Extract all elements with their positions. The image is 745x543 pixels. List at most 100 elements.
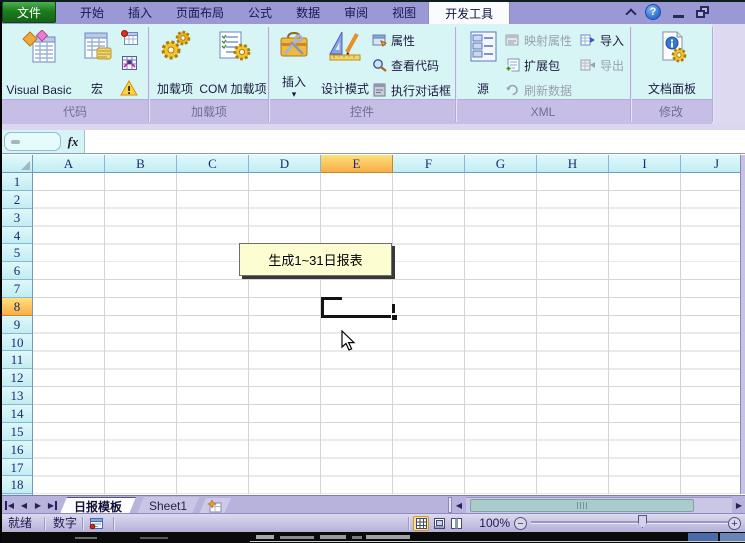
magnifier-icon (373, 59, 387, 72)
column-header-a[interactable]: A (33, 155, 105, 173)
zoom-in-button[interactable]: + (728, 517, 741, 530)
row-header-1[interactable]: 1 (2, 173, 32, 191)
map-properties-icon (505, 34, 519, 46)
group-separator (268, 27, 269, 122)
row-header-3[interactable]: 3 (2, 208, 32, 227)
column-header-h[interactable]: H (537, 155, 609, 173)
last-sheet-button[interactable]: ▶ (45, 497, 59, 513)
minimize-button[interactable] (670, 0, 686, 24)
column-header-f[interactable]: F (393, 155, 465, 173)
row-header-5[interactable]: 5 (2, 244, 32, 263)
export-button[interactable]: 导出 (580, 56, 624, 74)
zoom-slider-track[interactable] (531, 521, 728, 523)
macros-label: 宏 (90, 82, 103, 96)
page-break-view-button[interactable] (448, 516, 464, 531)
tab-formulas-label: 公式 (248, 5, 273, 20)
properties-button[interactable]: 属性 (372, 31, 415, 49)
use-relative-references-button[interactable] (120, 54, 138, 72)
fill-handle[interactable] (391, 314, 397, 320)
sheet-tab-sheet1[interactable]: Sheet1 (137, 497, 199, 514)
document-panel-button[interactable]: 文档面板 (636, 27, 708, 97)
design-mode-button[interactable]: 设计模式 (317, 27, 373, 97)
tab-developer[interactable]: 开发工具 (428, 1, 511, 24)
worksheet-cells[interactable] (33, 173, 745, 494)
xml-source-button[interactable]: 源 (462, 27, 504, 97)
macros-button[interactable]: 宏 (77, 27, 117, 97)
row-header-2[interactable]: 2 (2, 190, 32, 209)
group-separator (712, 27, 713, 122)
zoom-level-label[interactable]: 100% (466, 514, 510, 533)
row-header-7[interactable]: 7 (2, 280, 32, 298)
com-addins-button[interactable]: COM 加载项 (199, 27, 267, 97)
tab-page-layout[interactable]: 页面布局 (164, 0, 236, 24)
column-header-e-selected[interactable]: E (321, 155, 393, 173)
select-all-corner[interactable] (2, 155, 33, 173)
column-header-b[interactable]: B (105, 155, 177, 173)
record-macro-button[interactable] (120, 29, 138, 47)
xml-source-label: 源 (476, 82, 489, 96)
zoom-out-button[interactable]: − (514, 517, 527, 530)
restore-icon (696, 5, 710, 19)
insert-function-button[interactable]: fx (64, 132, 82, 151)
column-header-j[interactable]: J (681, 155, 745, 173)
first-sheet-button[interactable]: ◀ (3, 497, 17, 513)
row-header-18[interactable]: 18 (2, 476, 32, 495)
column-header-g[interactable]: G (465, 155, 537, 173)
macro-security-button[interactable] (120, 79, 138, 97)
visual-basic-label: Visual Basic (6, 83, 72, 97)
addins-button[interactable]: 加载项 (152, 27, 198, 97)
generate-report-form-button[interactable]: 生成1~31日报表 (239, 243, 392, 276)
group-separator (148, 27, 149, 122)
view-code-label: 查看代码 (391, 58, 440, 73)
horizontal-scrollbar-track[interactable] (466, 497, 732, 513)
column-headers: A B C D E F G H I J (33, 155, 745, 173)
map-properties-button[interactable]: 映射属性 (505, 31, 572, 49)
formula-input[interactable] (84, 130, 745, 153)
row-header-16[interactable]: 16 (2, 440, 32, 459)
row-header-11[interactable]: 11 (2, 351, 32, 370)
macro-record-button[interactable] (89, 517, 104, 533)
row-header-12[interactable]: 12 (2, 369, 32, 388)
next-sheet-button[interactable]: ▶ (31, 497, 45, 513)
horizontal-scrollbar-thumb[interactable] (470, 499, 694, 512)
tab-formulas[interactable]: 公式 (236, 0, 284, 24)
tab-view[interactable]: 视图 (380, 0, 428, 24)
column-header-i[interactable]: I (609, 155, 681, 173)
row-header-10[interactable]: 10 (2, 333, 32, 352)
row-header-13[interactable]: 13 (2, 387, 32, 405)
visual-basic-button[interactable]: Visual Basic (5, 27, 73, 97)
scroll-left-button[interactable]: ◀ (453, 497, 465, 513)
import-button[interactable]: 导入 (580, 31, 624, 49)
refresh-data-button[interactable]: 刷新数据 (505, 81, 572, 99)
run-dialog-button[interactable]: 执行对话框 (372, 81, 451, 99)
scroll-right-button[interactable]: ▶ (733, 497, 745, 513)
prev-sheet-button[interactable]: ◀ (17, 497, 31, 513)
tab-review[interactable]: 审阅 (332, 0, 380, 24)
column-header-d[interactable]: D (249, 155, 321, 173)
insert-controls-button[interactable]: 插入 ▾ (272, 27, 316, 99)
row-header-8-selected[interactable]: 8 (2, 297, 32, 316)
tab-insert[interactable]: 插入 (116, 0, 164, 24)
expansion-packs-button[interactable]: 扩展包 (505, 56, 560, 74)
view-code-button[interactable]: 查看代码 (372, 56, 439, 74)
tab-data[interactable]: 数据 (284, 0, 332, 24)
row-header-14[interactable]: 14 (2, 404, 32, 423)
dropdown-arrow-icon: ▾ (291, 89, 297, 99)
help-button[interactable]: ? (644, 0, 662, 24)
insert-worksheet-button[interactable] (199, 498, 231, 514)
normal-view-button[interactable] (413, 516, 429, 531)
tab-home[interactable]: 开始 (68, 0, 116, 24)
row-header-17[interactable]: 17 (2, 458, 32, 477)
name-box[interactable] (4, 132, 61, 151)
restore-button[interactable] (694, 0, 712, 24)
page-layout-view-button[interactable] (431, 516, 447, 531)
row-header-4[interactable]: 4 (2, 226, 32, 245)
row-header-15[interactable]: 15 (2, 422, 32, 441)
column-header-c[interactable]: C (177, 155, 249, 173)
tab-split-handle[interactable] (448, 497, 452, 513)
collapse-ribbon-button[interactable] (623, 0, 639, 24)
row-header-9[interactable]: 9 (2, 315, 32, 334)
row-header-6[interactable]: 6 (2, 262, 32, 281)
tab-file[interactable]: 文件 (2, 1, 56, 23)
sheet-tab-daily-template[interactable]: 日报模板 (60, 497, 136, 514)
